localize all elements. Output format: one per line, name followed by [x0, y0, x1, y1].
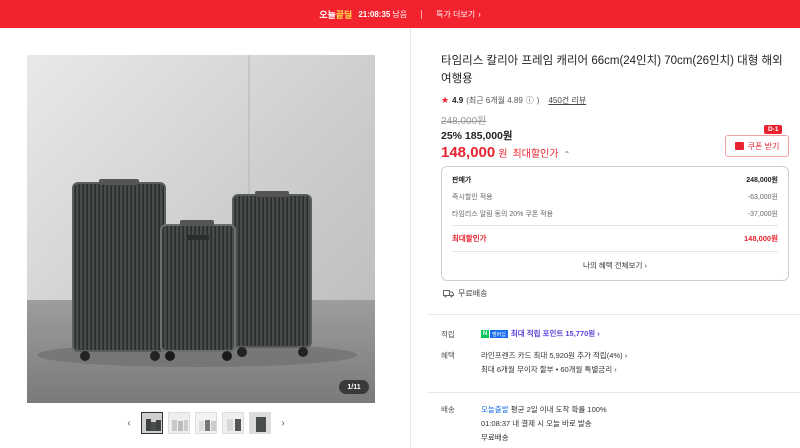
price-row: 타임리스 알림 동의 20% 쿠폰 적용 -37,000원 — [452, 209, 778, 219]
free-shipping-label: 무료배송 — [458, 289, 488, 298]
delivery-label: 배송 — [441, 405, 455, 414]
deal-logo-part1: 오늘 — [319, 9, 336, 20]
max-discount-value: 148,000원 — [743, 234, 778, 243]
arrival-probability: 평균 2일 이내 도착 확률 100% — [510, 405, 607, 414]
final-price-unit: 원 — [498, 149, 508, 160]
more-deals-label: 특가 더보기 — [436, 9, 476, 19]
thumbnail-2[interactable] — [168, 412, 190, 434]
price-row-label: 즉시할인 적용 — [452, 194, 493, 201]
deal-banner: 오늘끝딜 21:08:35 남음 특가 더보기 › — [0, 0, 800, 28]
final-price-row[interactable]: 148,000 원 최대할인가 ⌃ — [441, 144, 570, 161]
more-deals-link[interactable]: 특가 더보기 › — [436, 9, 481, 20]
discount-price: 25% 185,000원 — [441, 130, 513, 142]
chevron-right-icon: › — [478, 9, 481, 19]
price-row-value: -63,000원 — [747, 194, 778, 201]
rating-recent-close: ) — [536, 96, 540, 105]
original-price: 248,000원 — [441, 116, 487, 127]
chevron-left-icon[interactable]: ‹ — [122, 418, 136, 429]
truck-icon — [443, 289, 454, 297]
accrual-label: 적립 — [441, 330, 455, 339]
thumbnail-5[interactable] — [249, 412, 271, 434]
accrual-text: 최대 적립 포인트 15,770원 › — [510, 329, 600, 338]
npay-badge: N 멤버십 — [481, 330, 508, 339]
accrual-row[interactable]: N 멤버십 최대 적립 포인트 15,770원 › — [481, 328, 600, 339]
info-icon[interactable]: ⓘ — [526, 95, 534, 106]
installment-link[interactable]: 최대 6개월 무이자 할부 • 60개월 특별금리 › — [481, 364, 617, 375]
chevron-up-icon: ⌃ — [563, 150, 571, 159]
delivery-line-1: 오늘출발 평균 2일 이내 도착 확률 100% — [481, 404, 607, 415]
coupon-button[interactable]: 쿠폰 받기 — [725, 135, 789, 157]
product-main-image[interactable] — [27, 55, 375, 403]
divider — [427, 314, 800, 315]
delivery-line-2: 01:08:37 내 결제 시 오늘 바로 발송 — [481, 419, 592, 428]
thumbnail-4[interactable] — [222, 412, 244, 434]
benefits-label: 혜택 — [441, 351, 455, 360]
price-row-value: -37,000원 — [747, 211, 778, 218]
coupon-icon — [734, 142, 744, 150]
today-dispatch-label: 오늘출발 — [481, 405, 509, 414]
rating-recent: (최근 6개월 4.89 — [466, 96, 523, 105]
max-discount-label: 최대할인가 — [452, 234, 487, 243]
thumbnail-3[interactable] — [195, 412, 217, 434]
free-shipping: 무료배송 — [443, 288, 487, 299]
max-discount-row: 최대할인가 148,000원 — [452, 233, 778, 244]
suitcase-photo — [27, 55, 375, 403]
naver-n-icon: N — [481, 330, 489, 339]
image-counter: 1/11 — [339, 380, 369, 394]
review-link[interactable]: 450건 리뷰 — [548, 95, 586, 106]
price-row: 즉시할인 적용 -63,000원 — [452, 192, 778, 202]
price-breakdown-box: 판매가 248,000원 즉시할인 적용 -63,000원 타임리스 알림 동의… — [441, 166, 789, 281]
final-price-label: 최대할인가 — [512, 149, 559, 160]
membership-badge: 멤버십 — [490, 330, 508, 339]
price-row-label: 판매가 — [452, 177, 472, 184]
divider — [452, 251, 778, 252]
deal-timer: 21:08:35 — [358, 9, 391, 19]
view-all-benefits-link[interactable]: 나의 혜택 전체보기 › — [442, 260, 788, 271]
rating-score: 4.9 — [452, 96, 464, 105]
chevron-right-icon[interactable]: › — [276, 418, 290, 429]
deal-logo: 오늘끝딜 — [319, 8, 352, 21]
price-row-label: 타임리스 알림 동의 20% 쿠폰 적용 — [452, 211, 554, 218]
card-benefit-link[interactable]: 라인프렌즈 카드 최대 5,920원 추가 적립(4%) › — [481, 350, 627, 361]
product-title: 타임리스 칼리아 프레임 캐리어 66cm(24인치) 70cm(26인치) 대… — [441, 55, 783, 85]
price-row-value: 248,000원 — [746, 177, 778, 184]
deal-timer-suffix: 남음 — [392, 9, 408, 19]
coupon-d-day-badge: D-1 — [764, 125, 783, 134]
divider — [421, 9, 423, 19]
thumbnail-strip: ‹ › — [122, 412, 290, 434]
divider — [427, 392, 800, 393]
column-divider — [410, 28, 411, 448]
divider — [452, 225, 778, 226]
final-price: 148,000 — [441, 144, 496, 161]
thumbnail-1[interactable] — [141, 412, 163, 434]
deal-logo-part2: 끝딜 — [335, 9, 353, 20]
coupon-label: 쿠폰 받기 — [747, 141, 780, 151]
rating-row: ★ 4.9 (최근 6개월 4.89 ⓘ) 450건 리뷰 — [441, 95, 586, 106]
delivery-line-3: 무료배송 — [481, 433, 509, 442]
price-row: 판매가 248,000원 — [452, 175, 778, 185]
star-icon: ★ — [441, 95, 450, 105]
